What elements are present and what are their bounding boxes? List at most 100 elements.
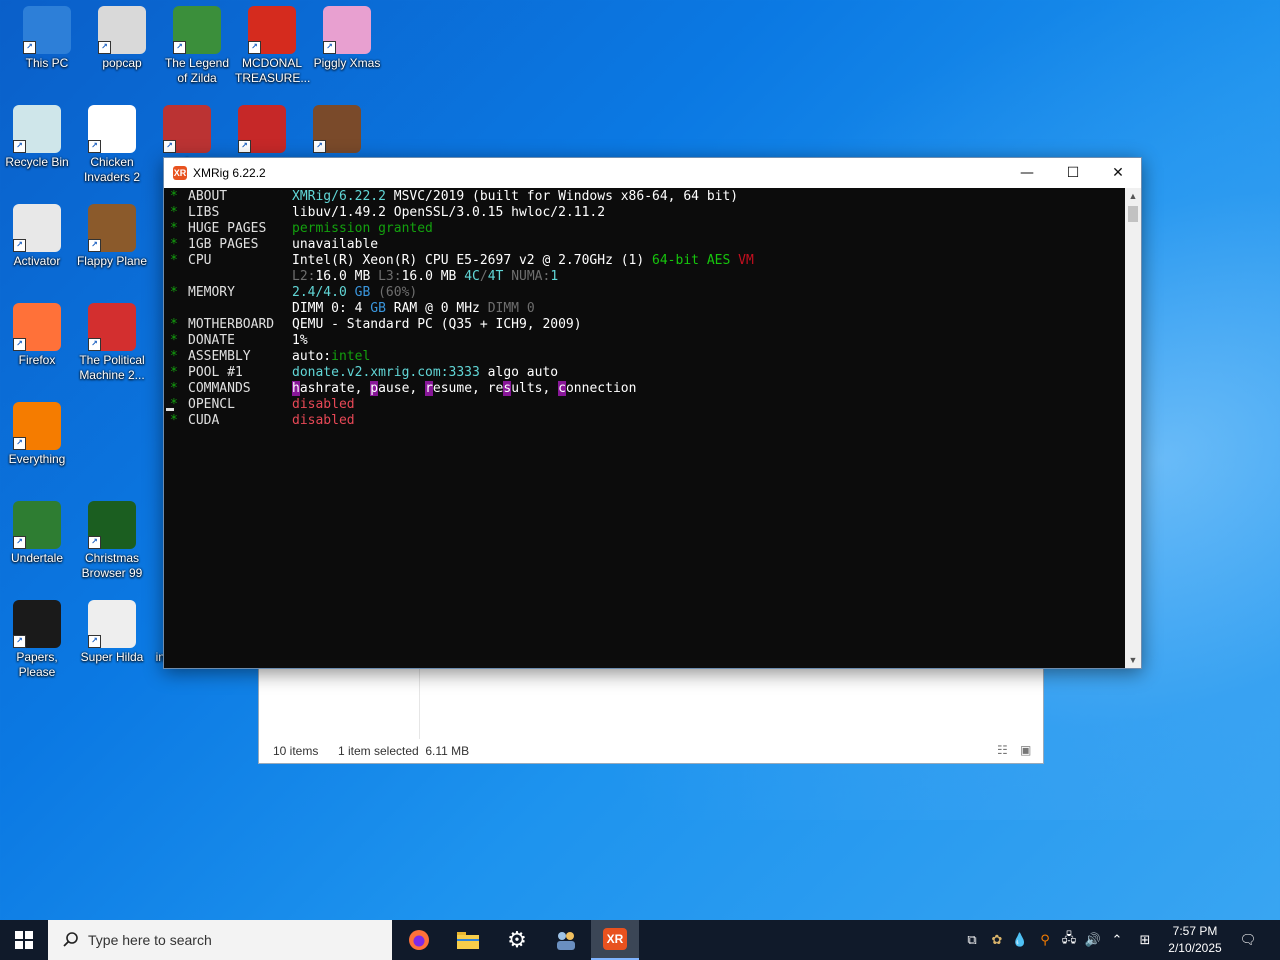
console-value-segment: 4T [487,269,512,284]
desktop-icon[interactable]: ↗ Christmas Browser 99 [75,499,149,581]
desktop-icon[interactable]: ↗ Undertale [0,499,74,566]
line-bullet: * [170,237,178,252]
desktop-icon[interactable]: ↗ [225,103,299,155]
explorer-status-bar: 10 items 1 item selected 6.11 MB ☷ ▣ [259,739,1043,763]
console-key: ABOUT [188,189,228,204]
start-button[interactable] [0,920,48,960]
console-key: MEMORY [188,285,235,300]
xmrig-app-icon: XR [173,166,187,180]
app-icon: ↗ [88,105,136,153]
desktop-icon[interactable]: ↗ Flappy Plane [75,202,149,269]
desktop-icon[interactable]: ↗ popcap [85,4,159,71]
desktop-icon-label: Flappy Plane [76,254,148,268]
console-output[interactable]: * ABOUT XMRig/6.22.2 MSVC/2019 (built for … [164,188,1124,668]
console-line: * 1GB PAGES unavailable [170,237,378,253]
desktop-icon[interactable]: ↗ Papers, Please [0,598,74,680]
console-value-segment: 64-bit AES [652,253,739,268]
task-view-tray-icon[interactable]: ⧉ [962,920,982,960]
clock-time: 7:57 PM [1172,924,1218,938]
close-button[interactable]: ✕ [1095,158,1141,188]
desktop-icon-label: Christmas Browser 99 [81,551,143,580]
console-value-segment: 1 [550,269,559,284]
windows-logo-icon [15,931,33,949]
desktop-icon[interactable]: ↗ MCDONAL TREASURE... [235,4,310,86]
minimize-button[interactable]: — [1004,158,1050,188]
everything-tray-icon[interactable]: ⚲ [1034,920,1056,960]
taskbar-app[interactable] [542,920,590,960]
vertical-scrollbar[interactable]: ▲ ▼ [1125,188,1141,668]
console-value-segment: (60%) [378,285,418,300]
console-value: QEMU - Standard PC (Q35 + ICH9, 2009) [292,317,582,333]
taskbar-xmrig[interactable]: XR [591,920,639,960]
console-line: * MOTHERBOARD QEMU - Standard PC (Q35 + IC… [170,317,582,333]
gear-icon: ⚙ [507,927,527,953]
scroll-down-arrow-icon[interactable]: ▼ [1125,652,1141,668]
desktop-icon[interactable]: ↗ The Political Machine 2... [75,301,149,383]
status-item-count: 10 items [273,744,319,758]
taskbar-file-explorer[interactable] [444,920,492,960]
desktop-icon[interactable]: ↗ Recycle Bin [0,103,74,170]
desktop-icon[interactable]: ↗ Everything [0,400,74,467]
window-title: XMRig 6.22.2 [193,166,266,180]
console-value: Intel(R) Xeon(R) CPU E5-2697 v2 @ 2.70GH… [292,253,754,269]
desktop-icon-label: Activator [13,254,61,268]
desktop-icon[interactable]: ↗ Firefox [0,301,74,368]
xmrig-console-window[interactable]: XR XMRig 6.22.2 — ☐ ✕ * ABOUT XMRig/6.22.2… [163,157,1142,669]
console-titlebar[interactable]: XR XMRig 6.22.2 — ☐ ✕ [164,158,1141,188]
desktop-icon-label: Everything [8,452,66,466]
large-icons-view-icon[interactable]: ▣ [1020,743,1031,757]
notification-center-icon[interactable]: 🗨 [1234,920,1262,960]
network-icon[interactable]: 🖧 [1058,920,1080,960]
desktop-icon[interactable]: ↗ Chicken Invaders 2 [75,103,149,185]
console-value-segment: p [370,381,379,396]
tray-app-icon[interactable]: ✿ [986,920,1008,960]
line-bullet: * [170,317,178,332]
desktop-icon[interactable]: ↗ Super Hilda [75,598,149,665]
details-view-icon[interactable]: ☷ [997,743,1008,757]
search-placeholder: Type here to search [88,932,212,948]
console-value-segment: unavailable [292,237,379,252]
desktop-icon[interactable]: ↗ This PC [10,4,84,71]
console-value-segment: MSVC/2019 (built for Windows x86-64, 64 … [385,189,739,204]
console-value-segment: 16.0 MB [401,269,465,284]
taskbar-firefox[interactable] [395,920,443,960]
shortcut-arrow-icon: ↗ [13,140,26,153]
app-icon: ↗ [98,6,146,54]
console-value: unavailable [292,237,378,253]
desktop-icon[interactable]: ↗ Piggly Xmas [310,4,384,71]
console-value-segment: XMRig/6.22.2 [292,189,386,204]
app-icon: ↗ [13,600,61,648]
console-value: permission granted [292,221,433,237]
console-key: OPENCL [188,397,235,412]
console-value-segment: h [292,381,300,396]
taskbar-clock[interactable]: 7:57 PM 2/10/2025 [1160,923,1230,957]
console-key: HUGE PAGES [188,221,267,236]
droplet-icon[interactable]: 💧 [1010,920,1030,960]
input-indicator-icon[interactable]: ⊞ [1134,920,1156,960]
app-icon: ↗ [313,105,361,153]
app-icon: ↗ [88,204,136,252]
desktop-icon[interactable]: ↗ Activator [0,202,74,269]
volume-icon[interactable]: 🔊 [1082,920,1104,960]
console-value: libuv/1.49.2 OpenSSL/3.0.15 hwloc/2.11.2 [292,205,605,221]
app-icon: ↗ [13,501,61,549]
console-line: * DONATE 1% [170,333,308,349]
console-value-segment: disabled [292,413,355,428]
desktop-icon-label: Undertale [10,551,64,565]
scrollbar-thumb[interactable] [1128,206,1138,222]
console-value-segment: ause, [378,381,426,396]
taskbar-search-box[interactable]: Type here to search [48,920,392,960]
app-icon: ↗ [163,105,211,153]
desktop-icon[interactable]: ↗ [300,103,374,155]
taskbar-settings[interactable]: ⚙ [493,920,541,960]
line-bullet: * [170,349,178,364]
scroll-up-arrow-icon[interactable]: ▲ [1125,188,1141,204]
console-value-segment: GB [354,285,379,300]
shortcut-arrow-icon: ↗ [313,140,326,153]
desktop-icon[interactable]: ↗ The Legend of Zilda [160,4,234,86]
app-icon: ↗ [173,6,221,54]
shortcut-arrow-icon: ↗ [163,140,176,153]
console-line: * CPU Intel(R) Xeon(R) CPU E5-2697 v2 @ 2.… [170,253,754,269]
show-hidden-icons[interactable]: ⌃ [1106,920,1128,960]
maximize-button[interactable]: ☐ [1050,158,1096,188]
